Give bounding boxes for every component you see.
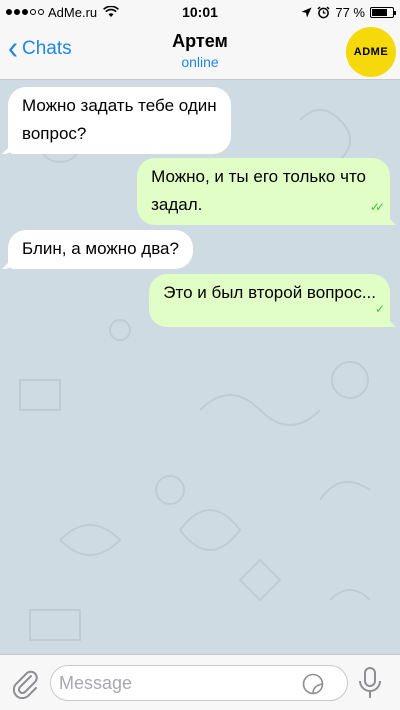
message-line: вопрос?: [22, 124, 87, 143]
contact-name: Артем: [172, 31, 228, 51]
battery-icon: [370, 6, 396, 18]
navigation-bar: ‹ Chats Артем online ADME: [0, 24, 400, 80]
single-check-icon: ✓: [374, 302, 385, 316]
carrier-name: AdMe.ru: [48, 4, 98, 20]
message-input-bar: [0, 654, 400, 710]
location-arrow-icon: [301, 7, 312, 17]
message-line: Блин, а можно два?: [22, 239, 179, 258]
attachment-icon[interactable]: [10, 667, 40, 699]
chat-message-area[interactable]: Можно задать тебе один вопрос? Можно, и …: [0, 80, 400, 654]
wifi-icon: [103, 6, 120, 17]
telegram-chat-screen: AdMe.ru 10:01 77 % ‹ Chats Артем online …: [0, 0, 400, 710]
status-bar: AdMe.ru 10:01 77 %: [0, 0, 400, 24]
incoming-message[interactable]: Блин, а можно два?: [8, 230, 193, 269]
contact-avatar[interactable]: ADME: [346, 27, 396, 77]
alarm-clock-icon: [317, 5, 330, 18]
battery-percent: 77 %: [335, 4, 365, 20]
message-line: Можно, и ты его только что: [151, 167, 366, 186]
contact-status: online: [181, 54, 219, 70]
message-line: Это и был второй вопрос...: [163, 283, 376, 302]
outgoing-message[interactable]: Можно, и ты его только что задал. ✓✓: [137, 158, 390, 225]
chat-header[interactable]: Артем online: [0, 31, 400, 70]
message-line: Можно задать тебе один: [22, 96, 217, 115]
sticker-icon[interactable]: [302, 673, 324, 695]
double-check-icon: ✓✓: [369, 200, 385, 214]
message-line: задал.: [151, 195, 203, 214]
microphone-icon[interactable]: [357, 666, 383, 700]
incoming-message[interactable]: Можно задать тебе один вопрос?: [8, 87, 231, 154]
signal-strength-icon: [6, 9, 44, 15]
outgoing-message[interactable]: Это и был второй вопрос... ✓: [149, 274, 390, 327]
